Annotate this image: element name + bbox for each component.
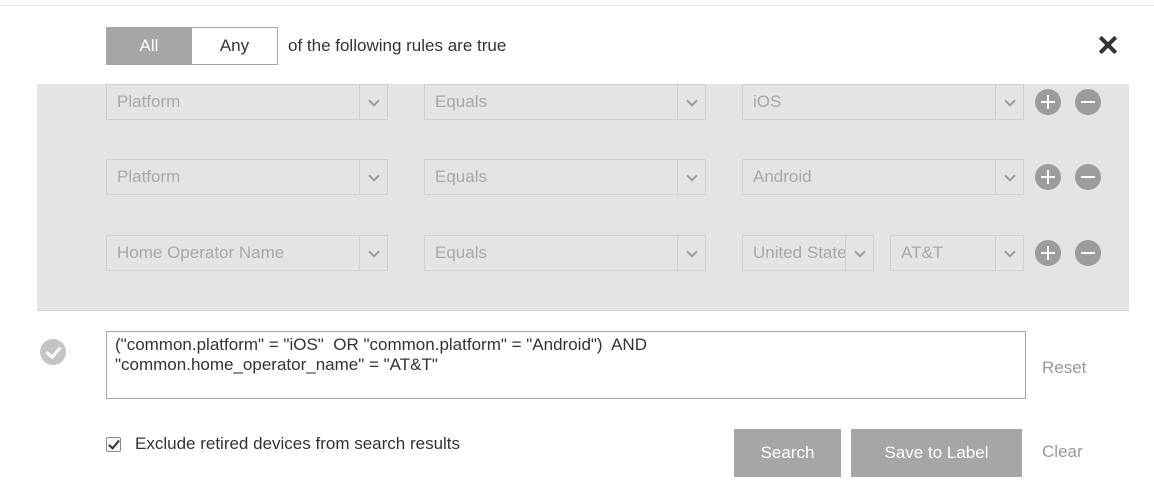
check-circle-icon <box>40 339 66 365</box>
rule-operator-value: Equals <box>435 243 487 262</box>
save-to-label-button[interactable]: Save to Label <box>851 429 1022 477</box>
minus-circle-icon[interactable] <box>1075 240 1101 266</box>
checkbox-checked-icon[interactable] <box>106 436 121 452</box>
rule-field-value: Platform <box>117 167 181 186</box>
rule-row: Platform Equals iOS <box>37 84 1129 120</box>
rule-operator-select[interactable]: Equals <box>424 235 706 271</box>
rules-panel: Platform Equals iOS Platform Equals Andr… <box>37 84 1129 311</box>
rule-field-select[interactable]: Platform <box>106 84 388 120</box>
chevron-down-icon <box>995 85 1023 119</box>
chevron-down-icon <box>359 85 387 119</box>
search-button[interactable]: Search <box>734 429 841 477</box>
rule-operator-value: Equals <box>435 92 487 111</box>
chevron-down-icon <box>995 236 1023 270</box>
exclude-retired-label: Exclude retired devices from search resu… <box>135 434 461 453</box>
rule-value-value: Android <box>753 167 812 186</box>
rule-operator-value: Equals <box>435 167 487 186</box>
chevron-down-icon <box>677 160 705 194</box>
rule-field-select[interactable]: Home Operator Name <box>106 235 388 271</box>
rule-field-value: Home Operator Name <box>117 243 285 262</box>
chevron-down-icon <box>677 85 705 119</box>
rule-value-select[interactable]: AT&T <box>890 235 1024 271</box>
rule-country-value: United States <box>753 243 845 262</box>
rule-value-select[interactable]: Android <box>742 159 1024 195</box>
rule-value-value: AT&T <box>901 243 944 262</box>
minus-circle-icon[interactable] <box>1075 89 1101 115</box>
rule-country-select[interactable]: United States <box>742 235 874 271</box>
top-divider <box>0 5 1154 6</box>
match-mode-toggle: All Any <box>106 27 278 65</box>
rule-value-value: iOS <box>753 92 782 111</box>
rule-field-value: Platform <box>117 92 181 111</box>
chevron-down-icon <box>359 160 387 194</box>
rule-value-select[interactable]: iOS <box>742 84 1024 120</box>
rule-row: Platform Equals Android <box>37 159 1129 195</box>
query-expression-input[interactable]: ("common.platform" = "iOS" OR "common.pl… <box>106 331 1026 399</box>
plus-circle-icon[interactable] <box>1035 240 1061 266</box>
rule-operator-select[interactable]: Equals <box>424 159 706 195</box>
rule-operator-select[interactable]: Equals <box>424 84 706 120</box>
rule-row: Home Operator Name Equals United States … <box>37 235 1129 271</box>
chevron-down-icon <box>359 236 387 270</box>
chevron-down-icon <box>845 236 873 270</box>
match-any-button[interactable]: Any <box>192 27 278 65</box>
reset-link[interactable]: Reset <box>1042 358 1086 378</box>
match-all-button[interactable]: All <box>106 27 192 65</box>
exclude-retired-option[interactable]: Exclude retired devices from search resu… <box>106 434 460 454</box>
chevron-down-icon <box>995 160 1023 194</box>
minus-circle-icon[interactable] <box>1075 164 1101 190</box>
clear-link[interactable]: Clear <box>1042 442 1083 462</box>
plus-circle-icon[interactable] <box>1035 89 1061 115</box>
chevron-down-icon <box>677 236 705 270</box>
plus-circle-icon[interactable] <box>1035 164 1061 190</box>
rules-description: of the following rules are true <box>288 36 507 55</box>
rule-field-select[interactable]: Platform <box>106 159 388 195</box>
close-icon[interactable] <box>1094 32 1122 60</box>
